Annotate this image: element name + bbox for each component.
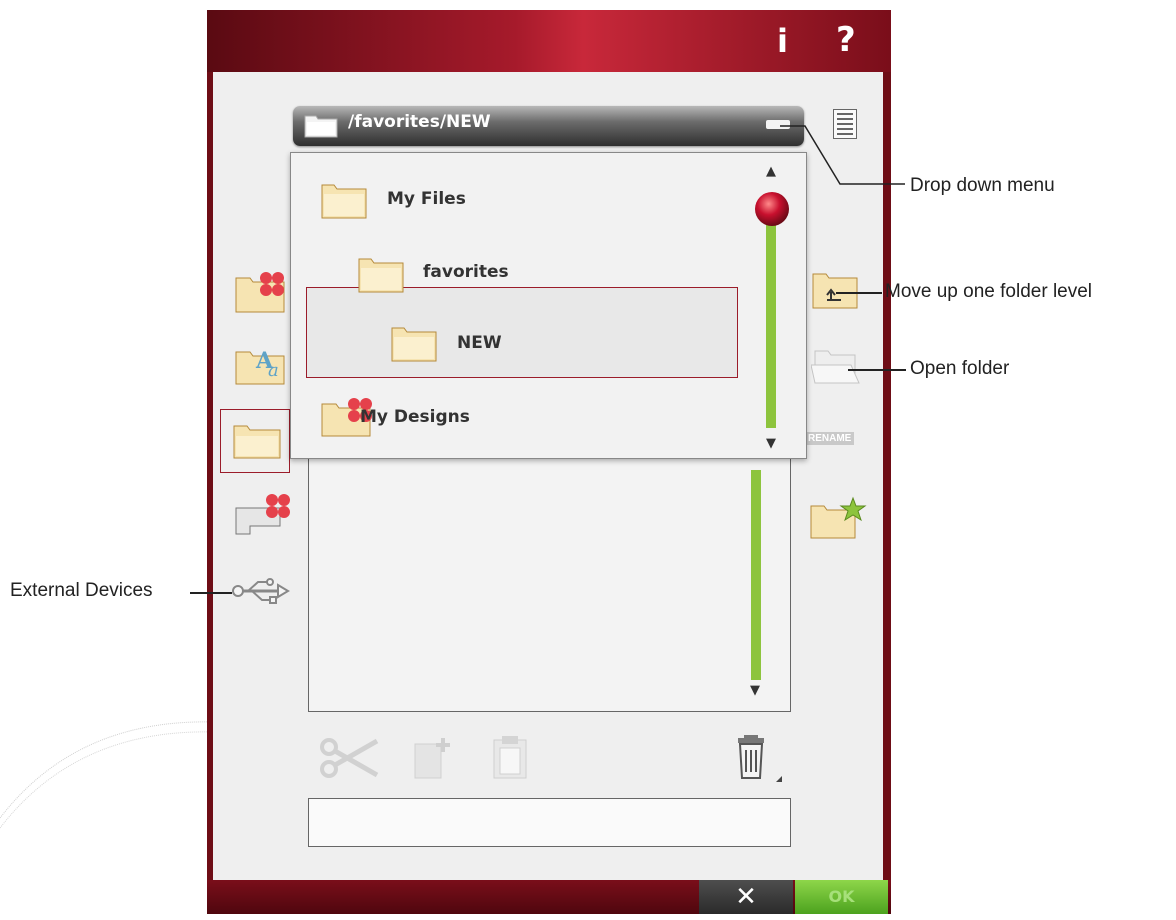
dropdown-item-my-designs[interactable]: My Designs: [360, 407, 470, 427]
folder-icon: [391, 327, 437, 362]
new-folder-icon[interactable]: [413, 736, 455, 780]
callout-external-devices: External Devices: [10, 580, 153, 601]
callout-line-dropdown: [780, 125, 905, 185]
designs-folder-icon[interactable]: [234, 268, 294, 314]
scroll-thumb[interactable]: [754, 191, 790, 227]
callout-line-external: [190, 592, 232, 594]
current-path: /favorites/NEW: [348, 112, 491, 132]
open-folder-icon[interactable]: [811, 347, 863, 387]
ok-button[interactable]: OK: [795, 880, 888, 914]
background-ribbon: [0, 721, 216, 829]
dropdown-item-my-files[interactable]: My Files: [387, 189, 466, 209]
scissors-icon[interactable]: [319, 737, 381, 779]
dropdown-scroll-up-icon[interactable]: ▲: [766, 164, 776, 179]
dropdown-scrollbar[interactable]: [766, 215, 776, 428]
callout-drop-down-menu: Drop down menu: [910, 175, 1055, 196]
callout-open-folder: Open folder: [910, 358, 1010, 379]
callout-line-move-up: [836, 292, 882, 294]
file-list-scroll-down-icon[interactable]: ▼: [750, 683, 760, 698]
embroidery-machine-icon[interactable]: [232, 492, 294, 536]
paste-icon[interactable]: [492, 734, 528, 780]
dropdown-selected-row: [306, 287, 738, 378]
file-list[interactable]: [308, 455, 791, 712]
folder-icon: [304, 115, 338, 138]
fonts-folder-icon[interactable]: A a: [234, 342, 294, 386]
top-bar: [207, 10, 891, 72]
cancel-button[interactable]: ✕: [699, 880, 793, 914]
help-button[interactable]: ?: [836, 20, 856, 60]
dropdown-scroll-down-icon[interactable]: ▼: [766, 436, 776, 451]
dropdown-item-new[interactable]: NEW: [457, 333, 502, 353]
favorite-folder-icon[interactable]: [809, 496, 867, 540]
folder-up-icon[interactable]: [811, 270, 861, 310]
usb-icon[interactable]: [230, 576, 292, 606]
status-field: [308, 798, 791, 847]
trash-icon[interactable]: [732, 734, 786, 784]
folder-icon: [358, 258, 404, 293]
personal-files-folder-icon[interactable]: [232, 422, 284, 460]
callout-move-up: Move up one folder level: [885, 281, 1093, 302]
info-button[interactable]: i: [777, 22, 788, 60]
svg-text:a: a: [268, 360, 279, 381]
dropdown-item-favorites[interactable]: favorites: [423, 262, 509, 282]
rename-button[interactable]: RENAME: [805, 432, 855, 445]
callout-line-open-folder: [848, 369, 906, 371]
folder-icon: [321, 184, 367, 219]
file-list-scrollbar[interactable]: [751, 470, 761, 680]
